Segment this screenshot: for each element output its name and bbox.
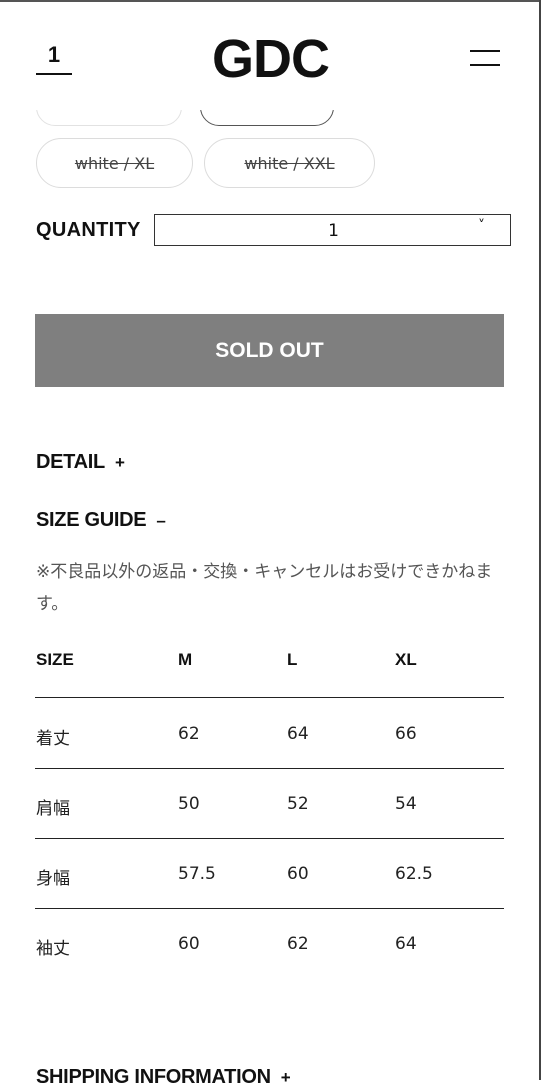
table-cell-row-label: 袖丈 <box>36 939 70 959</box>
size-guide-accordion[interactable]: SIZE GUIDE – <box>36 509 166 532</box>
expand-plus-icon: + <box>280 1068 291 1087</box>
quantity-label: QUANTITY <box>36 219 141 241</box>
collapse-minus-icon: – <box>156 511 166 530</box>
quantity-value: 1 <box>328 221 339 241</box>
size-option-white-xxl[interactable]: white / XXL <box>204 138 375 188</box>
shipping-information-accordion[interactable]: SHIPPING INFORMATION + <box>36 1066 291 1089</box>
table-cell: 66 <box>395 724 417 744</box>
detail-accordion[interactable]: DETAIL + <box>36 451 125 474</box>
table-header-m: M <box>178 650 193 669</box>
table-cell: 64 <box>287 724 309 744</box>
table-header-size: SIZE <box>36 650 74 669</box>
sold-out-button[interactable]: SOLD OUT <box>35 314 504 387</box>
table-divider <box>35 838 504 839</box>
table-cell-row-label: 身幅 <box>36 869 70 889</box>
table-cell: 60 <box>287 864 309 884</box>
table-divider <box>35 768 504 769</box>
table-divider <box>35 908 504 909</box>
size-guide-note: ※不良品以外の返品・交換・キャンセルはお受けできかねます。 <box>36 562 493 614</box>
table-cell: 60 <box>178 934 200 954</box>
size-option-white-xl[interactable]: white / XL <box>36 138 193 188</box>
table-cell-row-label: 肩幅 <box>36 799 70 819</box>
table-cell: 57.5 <box>178 864 216 884</box>
size-guide-accordion-label: SIZE GUIDE <box>36 509 147 531</box>
table-cell: 50 <box>178 794 200 814</box>
table-cell: 54 <box>395 794 417 814</box>
table-cell: 62 <box>178 724 200 744</box>
table-header-xl: XL <box>395 650 417 669</box>
quantity-select[interactable]: 1 <box>154 214 511 246</box>
hamburger-menu-icon[interactable] <box>470 50 500 68</box>
table-header-l: L <box>287 650 298 669</box>
table-cell: 52 <box>287 794 309 814</box>
detail-accordion-label: DETAIL <box>36 451 105 473</box>
site-logo[interactable]: GDC <box>0 28 541 90</box>
expand-plus-icon: + <box>114 453 125 472</box>
table-divider <box>35 697 504 698</box>
shipping-accordion-label: SHIPPING INFORMATION <box>36 1066 271 1088</box>
table-cell-row-label: 着丈 <box>36 729 70 749</box>
table-cell: 62 <box>287 934 309 954</box>
table-cell: 62.5 <box>395 864 433 884</box>
table-cell: 64 <box>395 934 417 954</box>
chevron-down-icon: ˅ <box>478 218 485 234</box>
